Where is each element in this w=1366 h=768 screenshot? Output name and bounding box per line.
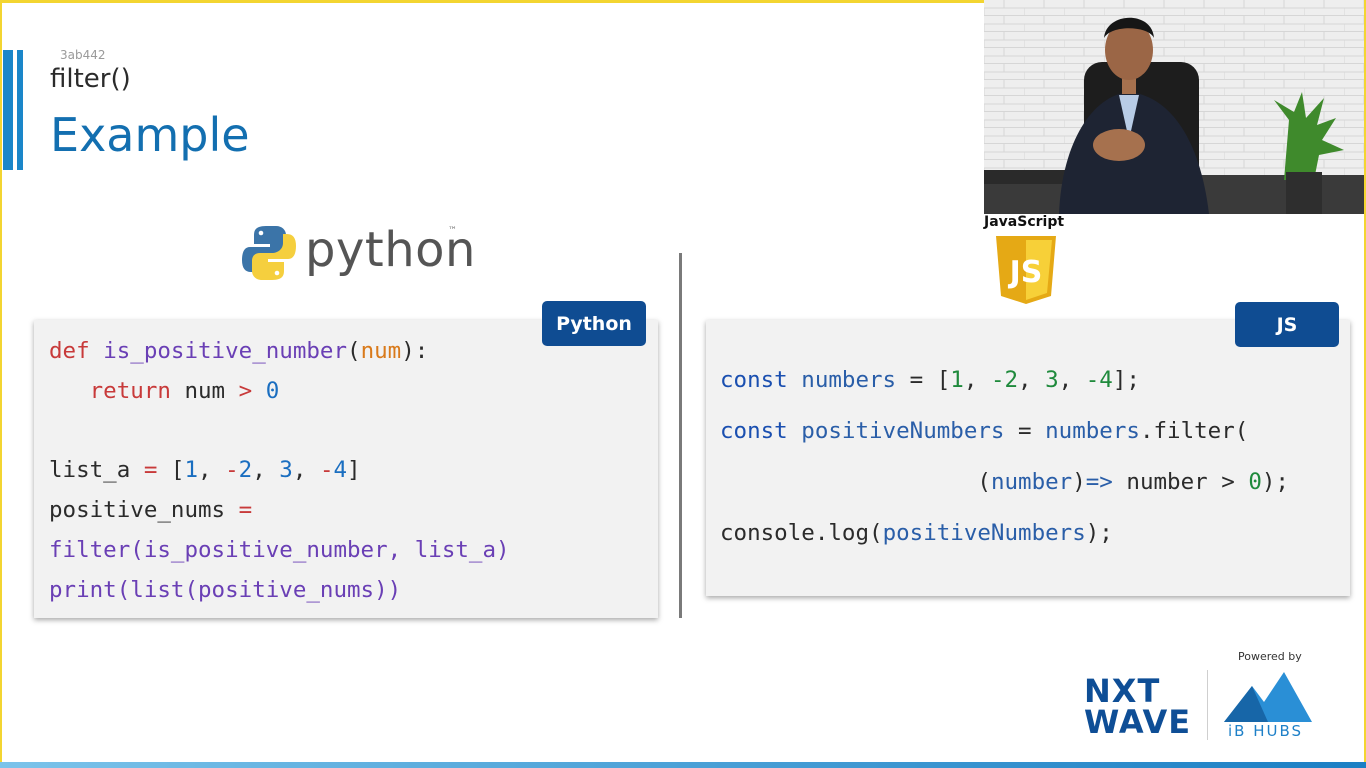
slide-id: 3ab442 [60,48,106,62]
slide-title: Example [50,108,250,162]
slide-subtitle: filter() [50,64,131,94]
nxtwave-logo-line2: WAVE [1084,703,1192,741]
powered-by-label: Powered by [1238,650,1302,663]
title-accent-bar-thin [17,50,23,170]
js-line-4: console.log(positiveNumbers); [720,520,1113,546]
javascript-language-badge: JS [1235,302,1339,347]
python-line-2: return num > 0 [89,377,280,404]
instructor-webcam-video [984,0,1364,214]
title-accent-bar [3,50,13,170]
javascript-code-block: const numbers = [1, -2, 3, -4]; const po… [720,355,1289,559]
ibhubs-logo-text: iB HUBS [1228,722,1304,740]
js-line-2: const positiveNumbers = numbers.filter( [720,418,1249,444]
js-line-1: const numbers = [1, -2, 3, -4]; [720,367,1140,393]
javascript-logo-label: JavaScript [984,214,1065,230]
python-language-badge: Python [542,301,646,346]
python-line-1: def is_positive_number(num): [49,338,429,364]
python-line-5: positive_nums = [49,497,253,524]
frame-left-border [0,0,2,768]
python-trademark: ™ [448,226,457,236]
ibhubs-mountain-icon [1224,672,1312,722]
column-divider [679,253,682,618]
javascript-shield-icon: JS [996,236,1056,304]
python-line-7: print(list(positive_nums)) [49,576,402,603]
frame-bottom-bar [0,762,1366,768]
python-line-4: list_a = [1, -2, 3, -4] [49,457,361,484]
logo-separator [1207,670,1208,740]
javascript-logo-letters: JS [1008,255,1043,290]
python-line-6: filter(is_positive_number, list_a) [49,536,510,563]
python-code-block: def is_positive_number(num): return num … [49,332,510,611]
js-line-3: (number)=> number > 0); [720,469,1289,495]
